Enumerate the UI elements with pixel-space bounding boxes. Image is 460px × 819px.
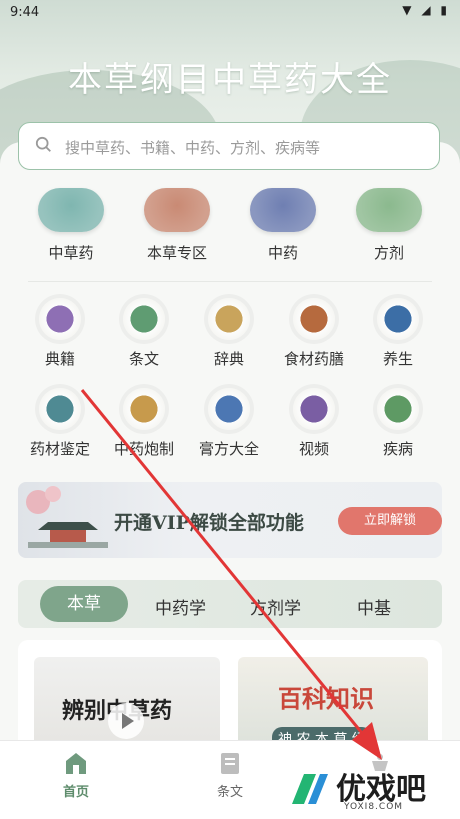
tab-formulas[interactable]: 方剂学 xyxy=(250,594,301,619)
herb-leaf-icon xyxy=(144,188,210,232)
grid-label: 辞典 xyxy=(213,350,244,368)
grid-label: 膏方大全 xyxy=(198,440,259,458)
bowl-icon xyxy=(293,298,335,340)
search-bar[interactable]: 搜中草药、书籍、中药、方剂、疾病等 xyxy=(18,122,440,170)
grid-label: 视频 xyxy=(298,440,329,458)
category-tabs: 本草 中药学 方剂学 中基 xyxy=(18,580,442,628)
grid-label: 食材药膳 xyxy=(283,350,344,368)
book-icon xyxy=(356,188,422,232)
watermark-sub: YOXI8.COM xyxy=(344,802,404,812)
grid-item-identify[interactable]: 药材鉴定 xyxy=(20,388,100,459)
divider xyxy=(28,281,432,282)
tab-pharmacology[interactable]: 中药学 xyxy=(155,594,206,619)
unlock-button[interactable]: 立即解锁 xyxy=(338,507,442,535)
grid-item-disease[interactable]: 疾病 xyxy=(358,388,438,459)
dictionary-icon xyxy=(208,298,250,340)
play-icon xyxy=(293,388,335,430)
status-time: 9:44 xyxy=(10,5,40,20)
mortar-icon xyxy=(250,188,316,232)
grid-item-dictionary[interactable]: 辞典 xyxy=(189,298,269,369)
tab-basics[interactable]: 中基 xyxy=(357,594,391,619)
nav-home[interactable]: 首页 xyxy=(36,749,116,800)
grid-label: 疾病 xyxy=(382,440,413,458)
status-bar: 9:44 ▼ ◢ ▮ xyxy=(0,0,460,26)
category-label: 中草药 xyxy=(48,244,94,262)
category-prescription[interactable]: 方剂 xyxy=(347,188,431,263)
clover-icon xyxy=(377,388,419,430)
banner-text: 开通VIP解锁全部功能 xyxy=(114,512,304,534)
nav-articles[interactable]: 条文 xyxy=(190,749,270,800)
status-icons: ▼ ◢ ▮ xyxy=(402,3,450,17)
encyclopedia-title: 百科知识 xyxy=(278,684,374,713)
article-icon xyxy=(123,298,165,340)
logo-icon xyxy=(292,774,328,804)
watermark-logo: 优戏吧 YOXI8.COM xyxy=(282,764,460,818)
category-label: 方剂 xyxy=(373,244,404,262)
grid-item-classics[interactable]: 典籍 xyxy=(20,298,100,369)
vip-banner[interactable]: 开通VIP解锁全部功能 立即解锁 xyxy=(18,482,442,558)
pavilion-illustration xyxy=(26,486,108,548)
page-title: 本草纲目中草药大全 xyxy=(68,60,392,100)
jar-icon xyxy=(377,298,419,340)
category-label: 中药 xyxy=(267,244,298,262)
grid-label: 条文 xyxy=(128,350,159,368)
grid-label: 养生 xyxy=(382,350,413,368)
article-nav-icon xyxy=(221,753,239,774)
search-icon xyxy=(35,136,51,152)
category-label: 本草专区 xyxy=(146,244,207,262)
grid-item-health[interactable]: 养生 xyxy=(358,298,438,369)
grid-label: 典籍 xyxy=(44,350,75,368)
nav-label: 首页 xyxy=(62,785,89,800)
nav-label: 条文 xyxy=(216,785,243,800)
category-bencao[interactable]: 本草专区 xyxy=(135,188,219,263)
grid-label: 药材鉴定 xyxy=(29,440,90,458)
tab-bencao[interactable]: 本草 xyxy=(40,586,128,622)
grid-item-paste[interactable]: 膏方大全 xyxy=(189,388,269,459)
category-herbs[interactable]: 中草药 xyxy=(29,188,113,263)
mortar-bowl-icon xyxy=(123,388,165,430)
grid-item-processing[interactable]: 中药炮制 xyxy=(104,388,184,459)
scan-icon xyxy=(39,388,81,430)
grid-item-articles[interactable]: 条文 xyxy=(104,298,184,369)
category-medicine[interactable]: 中药 xyxy=(241,188,325,263)
search-input[interactable]: 搜中草药、书籍、中药、方剂、疾病等 xyxy=(65,137,320,158)
hand-leaf-icon xyxy=(208,388,250,430)
classic-book-icon xyxy=(39,298,81,340)
leaf-icon xyxy=(38,188,104,232)
grid-label: 中药炮制 xyxy=(113,440,174,458)
grid-item-video[interactable]: 视频 xyxy=(274,388,354,459)
play-icon xyxy=(108,703,144,739)
grid-item-diet[interactable]: 食材药膳 xyxy=(274,298,354,369)
home-icon xyxy=(66,753,86,774)
